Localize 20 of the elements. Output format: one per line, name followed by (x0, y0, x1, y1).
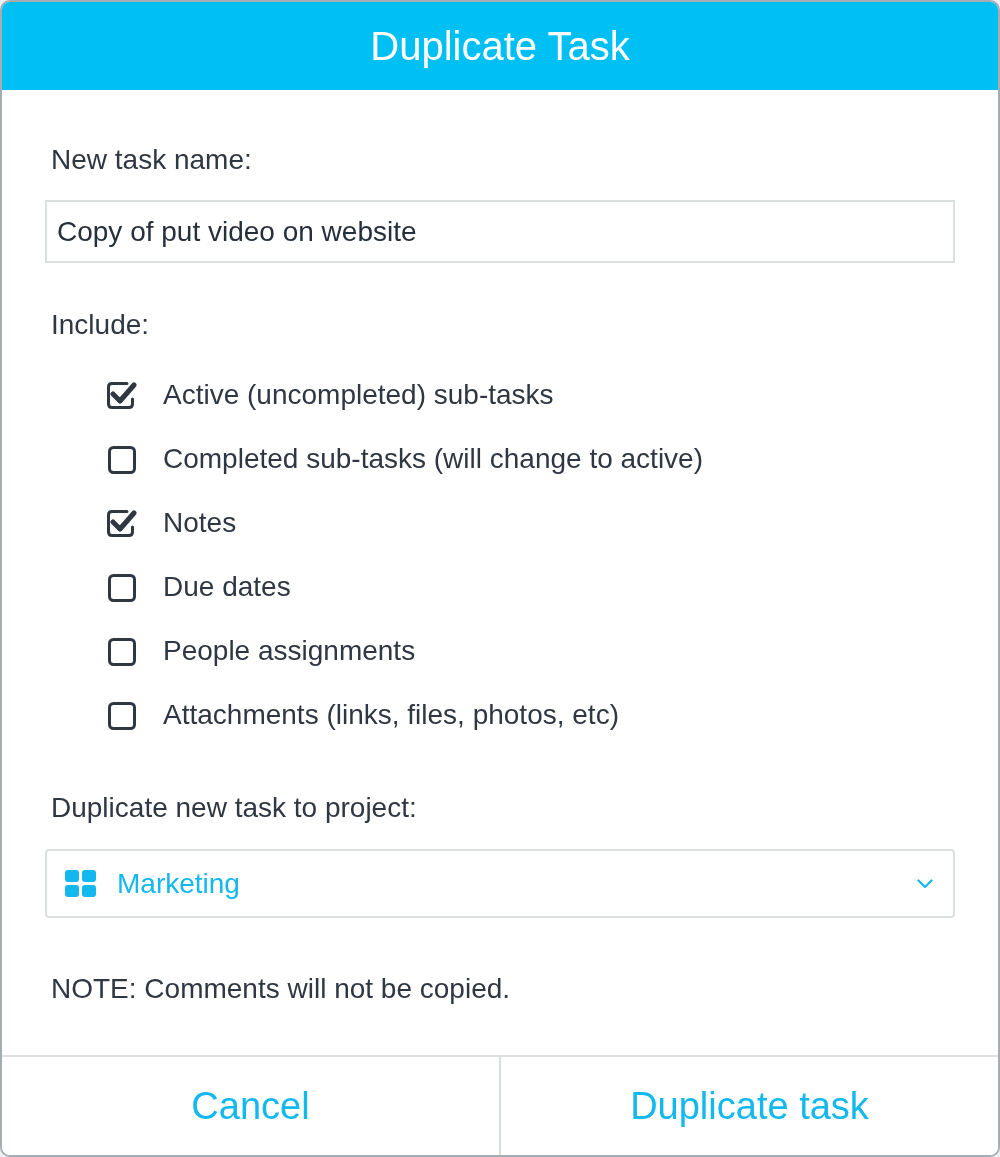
option-label[interactable]: Due dates (163, 570, 291, 604)
note-text: NOTE: Comments will not be copied. (51, 972, 511, 1006)
option-label[interactable]: Notes (163, 506, 237, 540)
include-label: Include: (51, 308, 150, 342)
option-label[interactable]: Completed sub-tasks (will change to active) (163, 442, 703, 476)
project-label: Duplicate new task to project: (51, 791, 417, 825)
field-label: New task name: (51, 143, 252, 177)
checkbox[interactable] (105, 507, 137, 539)
option-label[interactable]: People assignments (163, 634, 416, 668)
checkbox[interactable] (105, 635, 137, 667)
checkbox[interactable] (105, 699, 137, 731)
task-name-field[interactable]: Copy of put video on website (45, 200, 955, 263)
dialog-title: Duplicate Task (370, 26, 630, 66)
checkbox[interactable] (105, 571, 137, 603)
option-label[interactable]: Active (uncompleted) sub-tasks (163, 378, 554, 412)
checkbox[interactable] (105, 379, 137, 411)
grid-icon (65, 870, 96, 897)
checkbox[interactable] (105, 443, 137, 475)
option-label[interactable]: Attachments (links, files, photos, etc) (163, 698, 619, 732)
chevron-down-icon (917, 878, 933, 889)
